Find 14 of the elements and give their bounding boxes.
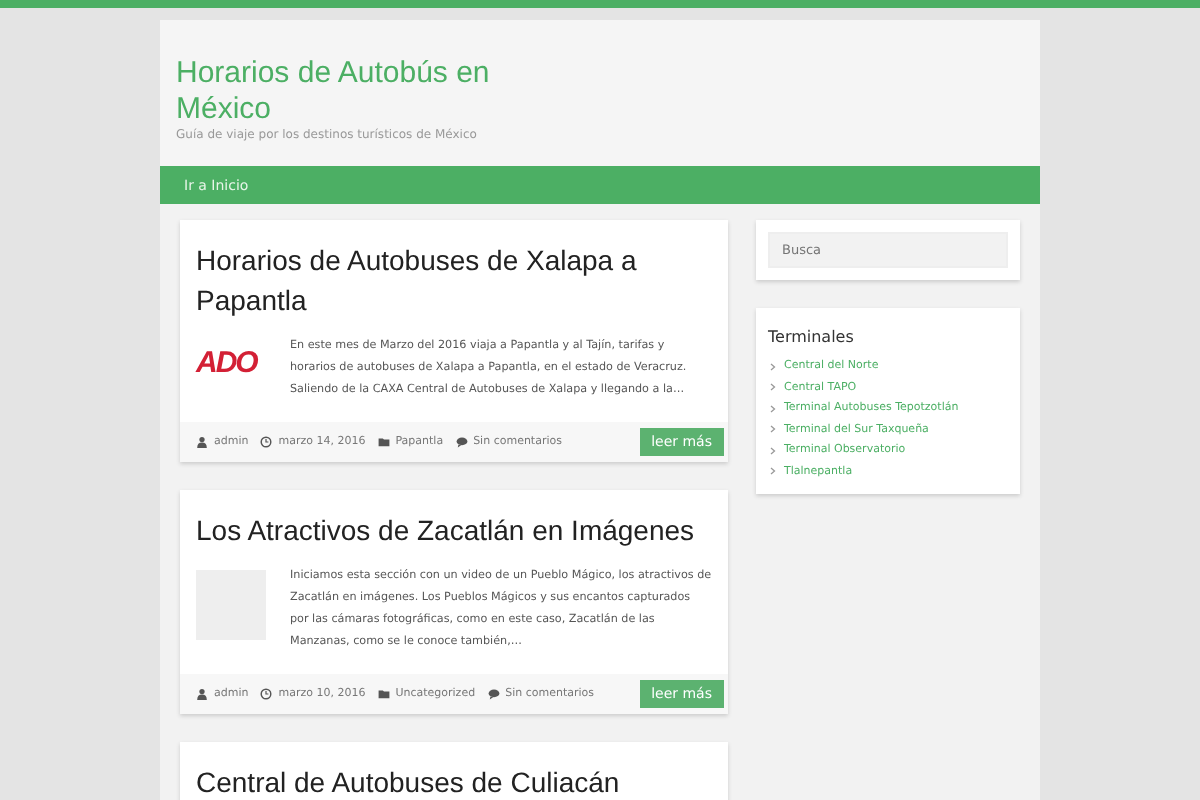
site-title[interactable]: Horarios de Autobús en México (176, 56, 556, 128)
comment-icon (455, 436, 468, 448)
clock-icon (260, 436, 273, 448)
post-title[interactable]: Central de Autobuses de Culiacán (180, 762, 728, 800)
widget-title: Terminales (768, 328, 856, 346)
user-icon (196, 436, 208, 448)
logo-thumbnail[interactable]: ADO (196, 340, 266, 388)
post-title[interactable]: Horarios de Autobuses de Xalapa a Papantla (180, 240, 728, 320)
comment-icon (487, 688, 500, 700)
folder-icon (377, 436, 390, 448)
folder-icon (377, 688, 390, 700)
post-title[interactable]: Los Atractivos de Zacatlán en Imágenes (180, 510, 728, 550)
user-icon (196, 688, 208, 700)
clock-icon (260, 688, 273, 700)
